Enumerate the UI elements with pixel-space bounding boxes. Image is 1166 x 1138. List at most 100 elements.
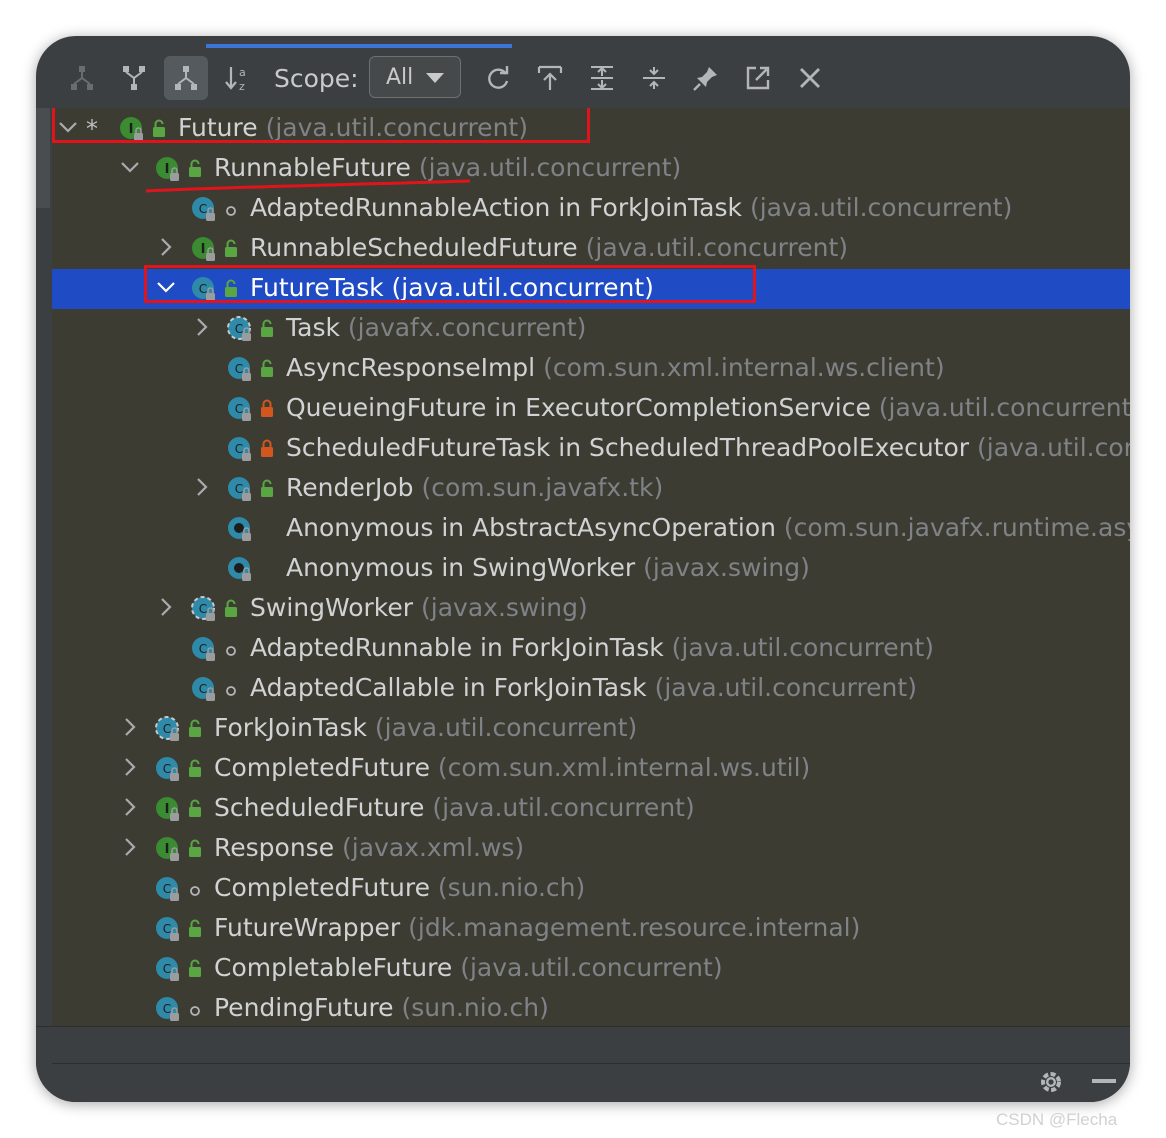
chevron-right-icon[interactable] (118, 835, 142, 863)
tree-row-asyncresponseimpl-com-sun-xml-internal-ws-client[interactable]: C AsyncResponseImpl (com.sun.xml.internal… (52, 349, 1130, 389)
class-icon: C (192, 677, 215, 701)
class-name: QueueingFuture in ExecutorCompletionServ… (286, 393, 871, 422)
type-hierarchy-window: az Scope: All * I Future (java.util.conc… (36, 36, 1130, 1102)
tree-row-label: ScheduledFuture (java.util.concurrent) (214, 793, 695, 822)
tree-row-swingworker-javax-swing[interactable]: C SwingWorker (javax.swing) (52, 589, 1130, 629)
tree-row-pendingfuture-sun-nio-ch[interactable]: C PendingFuture (sun.nio.ch) (52, 989, 1130, 1026)
tree-row-anonymous-in-abstractasyncoperation-com-sun-javafx-runtime-asy[interactable]: Anonymous in AbstractAsyncOperation (com… (52, 509, 1130, 549)
chevron-right-icon[interactable] (190, 475, 214, 503)
tree-row-label: Anonymous in SwingWorker (javax.swing) (286, 553, 810, 582)
tree-row-scheduledfuturetask-in-scheduledthreadpoolexecutor-java-util-con[interactable]: C ScheduledFutureTask in ScheduledThreadP… (52, 429, 1130, 469)
status-divider (52, 1063, 1130, 1064)
open-in-window-button[interactable] (736, 56, 780, 100)
tree-row-renderjob-com-sun-javafx-tk[interactable]: C RenderJob (com.sun.javafx.tk) (52, 469, 1130, 509)
class-name: Task (286, 313, 340, 342)
public-access-icon (189, 759, 201, 777)
public-access-icon (225, 239, 237, 257)
class-name: CompletableFuture (214, 953, 453, 982)
abstract-class-icon: C (227, 316, 251, 341)
tree-row-adaptedrunnable-in-forkjointask-java-util-concurrent[interactable]: C AdaptedRunnable in ForkJoinTask (java.u… (52, 629, 1130, 669)
class-name: PendingFuture (214, 993, 394, 1022)
expand-all-button[interactable] (580, 56, 624, 100)
svg-text:I: I (165, 162, 170, 177)
class-icon: C (228, 397, 251, 421)
chevron-right-icon[interactable] (118, 795, 142, 823)
class-name: CompletedFuture (214, 753, 430, 782)
subtypes-hierarchy-button[interactable] (112, 56, 156, 100)
tree-row-response-javax-xml-ws[interactable]: I Response (javax.xml.ws) (52, 829, 1130, 869)
svg-text:C: C (235, 322, 243, 336)
tree-row-adaptedrunnableaction-in-forkjointask-java-util-concurrent[interactable]: C AdaptedRunnableAction in ForkJoinTask (… (52, 189, 1130, 229)
tree-row-label: CompletableFuture (java.util.concurrent) (214, 953, 723, 982)
abstract-class-icon: C (191, 596, 215, 621)
package-name: (com.sun.xml.internal.ws.client) (543, 353, 945, 382)
tree-row-label: RunnableFuture (java.util.concurrent) (214, 153, 681, 182)
minimize-icon[interactable] (1092, 1079, 1116, 1083)
tree-row-completedfuture-com-sun-xml-internal-ws-util[interactable]: C CompletedFuture (com.sun.xml.internal.w… (52, 749, 1130, 789)
svg-text:I: I (165, 802, 170, 817)
tree-row-queueingfuture-in-executorcompletionservice-java-util-concurrent[interactable]: C QueueingFuture in ExecutorCompletionSer… (52, 389, 1130, 429)
package-name: (jdk.management.resource.internal) (408, 913, 861, 942)
tree-row-completablefuture-java-util-concurrent[interactable]: C CompletableFuture (java.util.concurrent… (52, 949, 1130, 989)
tree-row-runnablescheduledfuture-java-util-concurrent[interactable]: I RunnableScheduledFuture (java.util.conc… (52, 229, 1130, 269)
subtypes-hierarchy-icon (123, 66, 145, 90)
chevron-down-icon (426, 73, 444, 83)
public-access-icon (189, 159, 201, 177)
package-name: (java.util.concurrent) (654, 673, 917, 702)
tree-row-label: AdaptedCallable in ForkJoinTask (java.ut… (250, 673, 917, 702)
package-name: (javax.swing) (643, 553, 810, 582)
class-name: AdaptedCallable in ForkJoinTask (250, 673, 647, 702)
tree-row-label: FutureWrapper (jdk.management.resource.i… (214, 913, 860, 942)
scope-dropdown[interactable]: All (369, 56, 461, 98)
svg-text:C: C (235, 442, 243, 456)
chevron-right-icon[interactable] (154, 595, 178, 623)
public-access-icon (261, 479, 273, 497)
highlight-annotation-box (52, 108, 590, 143)
toolbar: az Scope: All (36, 52, 1130, 108)
tree-row-label: CompletedFuture (sun.nio.ch) (214, 873, 585, 902)
tree-row-label: ScheduledFutureTask in ScheduledThreadPo… (286, 433, 1130, 462)
pin-icon (693, 67, 717, 91)
hierarchy-tree[interactable]: * I Future (java.util.concurrent) I Runnable… (52, 108, 1130, 1026)
public-access-icon (189, 959, 201, 977)
tree-row-futurewrapper-jdk-management-resource-internal[interactable]: C FutureWrapper (jdk.management.resource.… (52, 909, 1130, 949)
class-hierarchy-button[interactable] (164, 56, 208, 100)
gear-icon[interactable] (1036, 1067, 1066, 1097)
svg-text:C: C (235, 482, 243, 496)
export-icon (537, 65, 563, 90)
collapse-all-button[interactable] (632, 56, 676, 100)
package-name: (java.util.concurrent) (374, 713, 638, 742)
package-name: (java.util.concurrent) (878, 393, 1130, 422)
class-name: CompletedFuture (214, 873, 430, 902)
chevron-right-icon[interactable] (118, 755, 142, 783)
refresh-button[interactable] (476, 56, 520, 100)
class-name: AdaptedRunnable in ForkJoinTask (250, 633, 664, 662)
tree-row-completedfuture-sun-nio-ch[interactable]: C CompletedFuture (sun.nio.ch) (52, 869, 1130, 909)
close-button[interactable] (788, 56, 832, 100)
public-access-icon (189, 839, 201, 857)
tree-row-scheduledfuture-java-util-concurrent[interactable]: I ScheduledFuture (java.util.concurrent) (52, 789, 1130, 829)
chevron-right-icon[interactable] (118, 715, 142, 743)
class-name: ForkJoinTask (214, 713, 367, 742)
package-access-icon (226, 646, 236, 656)
package-name: (java.util.concurrent) (671, 633, 935, 662)
chevron-right-icon[interactable] (154, 235, 178, 263)
class-name: Anonymous in AbstractAsyncOperation (286, 513, 776, 542)
pin-button[interactable] (684, 56, 728, 100)
tree-row-task-javafx-concurrent[interactable]: C Task (javafx.concurrent) (52, 309, 1130, 349)
interface-icon: I (156, 797, 179, 821)
chevron-right-icon[interactable] (190, 315, 214, 343)
tree-row-anonymous-in-swingworker-javax-swing[interactable]: Anonymous in SwingWorker (javax.swing) (52, 549, 1130, 589)
export-button[interactable] (528, 56, 572, 100)
supertypes-hierarchy-button[interactable] (60, 56, 104, 100)
close-icon (800, 68, 820, 88)
active-tab-indicator (206, 44, 512, 48)
scope-label: Scope: (274, 64, 359, 93)
chevron-down-icon[interactable] (118, 155, 142, 183)
svg-text:C: C (163, 762, 171, 776)
tree-row-adaptedcallable-in-forkjointask-java-util-concurrent[interactable]: C AdaptedCallable in ForkJoinTask (java.u… (52, 669, 1130, 709)
tree-row-forkjointask-java-util-concurrent[interactable]: C ForkJoinTask (java.util.concurrent) (52, 709, 1130, 749)
abstract-class-icon: C (155, 716, 179, 741)
svg-text:I: I (201, 242, 206, 257)
sort-alphabetically-button[interactable]: az (216, 56, 260, 100)
